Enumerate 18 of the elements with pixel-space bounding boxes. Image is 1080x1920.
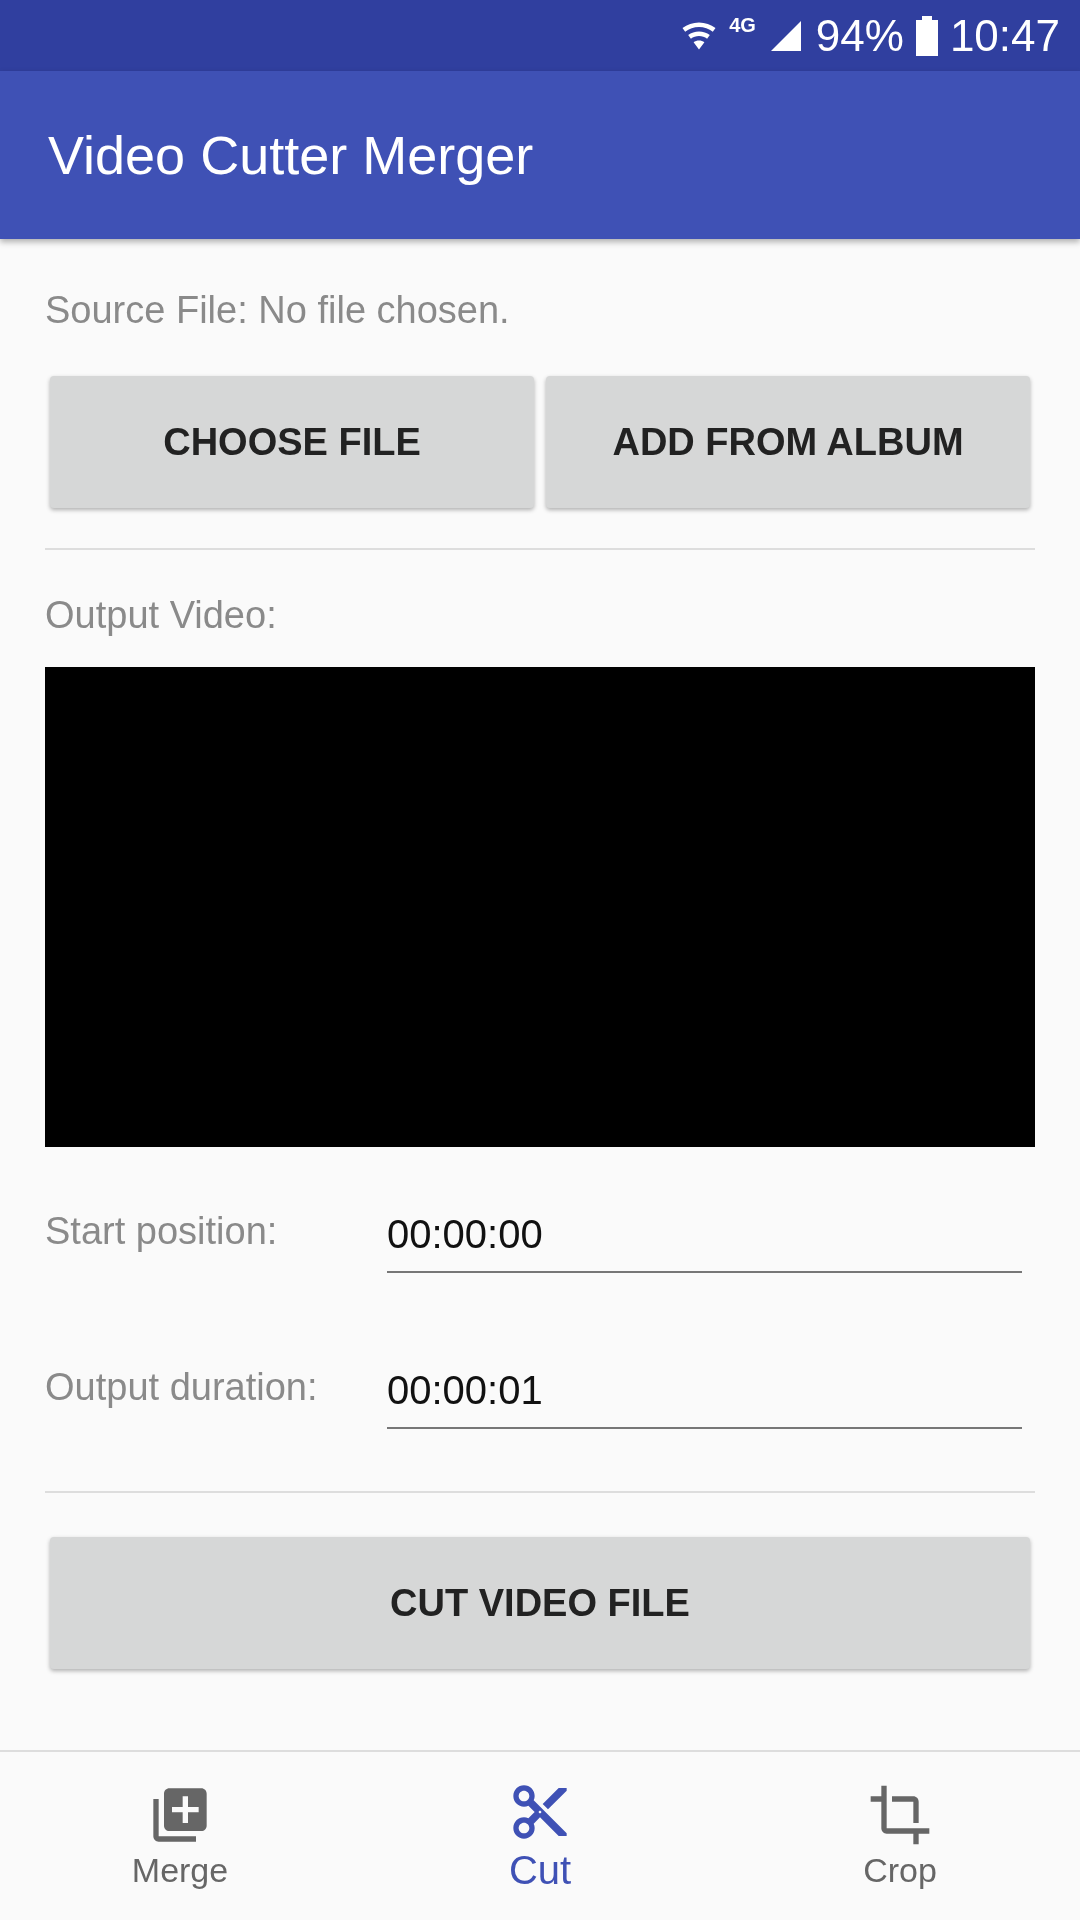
battery-icon [915, 15, 938, 56]
nav-tab[interactable]: Merge [0, 1752, 360, 1920]
video-player[interactable] [45, 667, 1035, 1147]
cut-video-button[interactable]: CUT VIDEO FILE [50, 1537, 1030, 1669]
source-button[interactable]: ADD FROM ALBUM [546, 376, 1030, 508]
app-title: Video Cutter Merger [48, 124, 534, 186]
source-file-label: Source File: No file chosen. [45, 289, 511, 332]
network-type: 4G [729, 14, 756, 37]
output-video-label: Output Video: [45, 594, 278, 637]
field-label: Start position: [45, 1210, 279, 1254]
time-field[interactable]: 00:00:01 [387, 1368, 1022, 1429]
nav-tab[interactable]: Crop [720, 1752, 1080, 1920]
field-label: Output duration: [45, 1366, 319, 1410]
time-field[interactable]: 00:00:00 [387, 1212, 1022, 1273]
source-button[interactable]: CHOOSE FILE [50, 376, 534, 508]
nav-tab[interactable]: Cut [360, 1752, 720, 1920]
battery-percent: 94% [815, 10, 904, 61]
clock: 10:47 [949, 10, 1060, 61]
